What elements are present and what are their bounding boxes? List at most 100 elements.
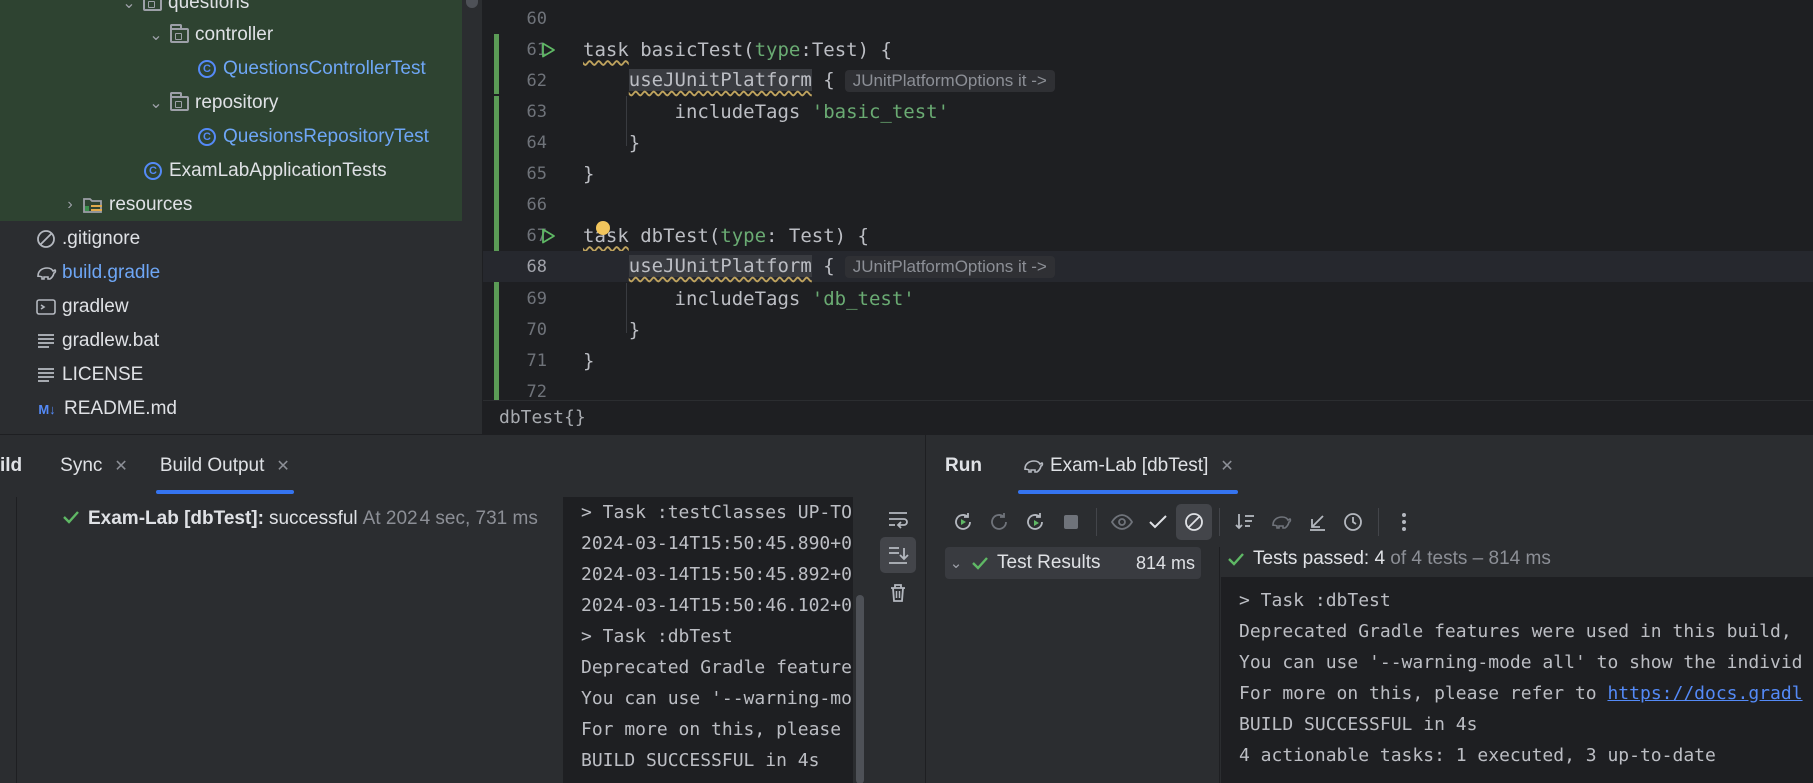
tree-item-license[interactable]: LICENSE — [35, 358, 143, 392]
chevron-down-icon[interactable]: ⌄ — [117, 0, 141, 13]
line-number: 72 — [526, 381, 547, 401]
code-line[interactable]: 66 — [483, 189, 1813, 220]
trash-icon[interactable] — [880, 575, 916, 611]
code-line[interactable]: 65 } — [483, 158, 1813, 189]
tree-item-exam-lab-application-tests[interactable]: C ExamLabApplicationTests — [142, 154, 387, 188]
tree-item-controller[interactable]: ⌄ controller — [144, 18, 273, 52]
show-ignored-icon[interactable] — [1176, 504, 1212, 540]
breadcrumb-item[interactable]: dbTest{} — [499, 407, 586, 428]
code-editor[interactable]: 60 61 task basicTest(type:Test) { 62 use… — [483, 0, 1813, 400]
line-number: 68 — [526, 256, 547, 277]
rerun-failed-icon[interactable] — [981, 504, 1017, 540]
tree-item-label: .gitignore — [62, 228, 141, 249]
code-line[interactable]: 72 — [483, 376, 1813, 401]
eye-icon[interactable] — [1104, 504, 1140, 540]
console-line: For more on this, please refer to https:… — [1239, 683, 1803, 704]
tree-item-gitignore[interactable]: .gitignore — [35, 222, 140, 256]
code-line-current[interactable]: 68 useJUnitPlatform {JUnitPlatformOption… — [483, 251, 1813, 282]
breadcrumb[interactable]: dbTest{} — [483, 400, 1813, 434]
build-result-duration: 4 sec, 731 ms — [419, 508, 538, 529]
tree-item-label: gradlew.bat — [62, 330, 160, 351]
tree-item-questions-controller-test[interactable]: C QuestionsControllerTest — [196, 52, 426, 86]
soft-wrap-icon[interactable] — [880, 501, 916, 537]
tab-exam-lab-dbtest[interactable]: Exam-Lab [dbTest] ✕ — [1010, 435, 1246, 497]
toolbar-separator — [1378, 508, 1379, 536]
console-line: 4 actionable tasks: 1 executed, 3 up-to-… — [1239, 745, 1716, 766]
line-number: 60 — [526, 8, 547, 29]
show-passed-check-icon[interactable] — [1140, 504, 1176, 540]
build-result-name: Exam-Lab [dbTest]: — [88, 508, 264, 529]
import-tests-icon[interactable] — [1263, 504, 1299, 540]
chevron-down-icon[interactable]: ⌄ — [144, 93, 168, 113]
code-line[interactable]: 70 } — [483, 314, 1813, 345]
toggle-auto-test-icon[interactable] — [1017, 504, 1053, 540]
code-line[interactable]: 64 } — [483, 127, 1813, 158]
code-text: } — [628, 131, 641, 154]
tree-item-repository[interactable]: ⌄ repository — [144, 86, 278, 120]
code-text: useJUnitPlatform {JUnitPlatformOptions i… — [583, 69, 1055, 92]
build-result-status: successful — [268, 508, 358, 529]
test-results-tree[interactable] — [927, 547, 1220, 783]
docs-link[interactable]: https://docs.gradl — [1607, 683, 1802, 704]
scroll-to-end-icon[interactable] — [880, 537, 916, 573]
close-icon[interactable]: ✕ — [1220, 456, 1233, 476]
close-icon[interactable]: ✕ — [114, 456, 127, 476]
test-results-row[interactable]: ⌄ Test Results 814 ms — [945, 547, 1201, 579]
line-number: 66 — [526, 194, 547, 215]
divider — [16, 497, 17, 783]
inlay-hint: JUnitPlatformOptions it -> — [844, 70, 1055, 92]
build-events-tree[interactable] — [0, 497, 563, 783]
run-task-icon[interactable] — [535, 223, 561, 249]
tree-item-readme[interactable]: M↓ README.md — [35, 392, 177, 426]
code-line[interactable]: 61 task basicTest(type:Test) { — [483, 34, 1813, 65]
collapse-icon[interactable] — [1299, 504, 1335, 540]
sort-icon[interactable] — [1227, 504, 1263, 540]
code-text: includeTags 'db_test' — [674, 287, 915, 310]
gradle-elephant-icon — [1022, 457, 1044, 475]
tree-item-label: build.gradle — [62, 262, 161, 283]
tree-item-label: controller — [195, 24, 274, 45]
build-result-row[interactable]: Exam-Lab [dbTest]: successful At 202 4 s… — [62, 503, 538, 535]
run-task-icon[interactable] — [535, 37, 561, 63]
check-icon — [62, 508, 80, 530]
tree-item-resources[interactable]: › resources — [58, 188, 192, 222]
tree-item-gradlew[interactable]: gradlew — [35, 290, 129, 324]
chevron-down-icon[interactable]: ⌄ — [945, 554, 967, 572]
tree-scrollbar[interactable] — [466, 0, 478, 8]
history-clock-icon[interactable] — [1335, 504, 1371, 540]
console-line: BUILD SUCCESSFUL in 4s — [1239, 714, 1478, 735]
code-line[interactable]: 67 task dbTest(type: Test) { — [483, 220, 1813, 251]
intention-bulb-icon[interactable] — [596, 221, 610, 235]
tab-build-output[interactable]: Build Output ✕ — [148, 435, 302, 497]
run-output-console[interactable]: > Task :dbTest Deprecated Gradle feature… — [1221, 547, 1813, 783]
build-tool-window: ild Sync ✕ Build Output ✕ Exam-Lab [dbTest… — [0, 435, 926, 783]
build-output-console[interactable]: > Task :testClasses UP-TO 2024-03-14T15:… — [563, 497, 853, 783]
tab-sync[interactable]: Sync ✕ — [48, 435, 140, 497]
code-line[interactable]: 71 } — [483, 345, 1813, 376]
code-text: includeTags 'basic_test' — [674, 100, 950, 123]
console-line: > Task :testClasses UP-TO — [581, 502, 852, 523]
tree-item-gradlew-bat[interactable]: gradlew.bat — [35, 324, 159, 358]
tree-item-label: QuestionsControllerTest — [223, 58, 426, 79]
console-line: 2024-03-14T15:50:45.892+0 — [581, 564, 852, 585]
code-line[interactable]: 63 includeTags 'basic_test' — [483, 96, 1813, 127]
close-icon[interactable]: ✕ — [276, 456, 289, 476]
more-options-icon[interactable] — [1386, 504, 1422, 540]
build-result-time: At 202 — [362, 508, 418, 529]
tree-item-build-gradle[interactable]: build.gradle — [35, 256, 160, 290]
tree-item-quesions-repository-test[interactable]: C QuesionsRepositoryTest — [196, 120, 429, 154]
rerun-icon[interactable] — [945, 504, 981, 540]
toolbar-separator — [1219, 508, 1220, 536]
tests-passed-count: 4 — [1374, 548, 1386, 569]
chevron-right-icon[interactable]: › — [58, 196, 82, 214]
stop-icon[interactable] — [1053, 504, 1089, 540]
chevron-down-icon[interactable]: ⌄ — [144, 25, 168, 45]
tab-build[interactable]: ild — [0, 435, 34, 497]
code-line[interactable]: 69 includeTags 'db_test' — [483, 283, 1813, 314]
code-line[interactable]: 60 — [483, 3, 1813, 34]
tests-passed-label: Tests passed: — [1253, 548, 1375, 569]
code-line[interactable]: 62 useJUnitPlatform {JUnitPlatformOption… — [483, 65, 1813, 96]
tree-item-questions[interactable]: ⌄ questions — [117, 0, 249, 20]
console-line: Deprecated Gradle features were used in … — [1239, 621, 1792, 642]
console-scrollbar[interactable] — [856, 595, 864, 783]
